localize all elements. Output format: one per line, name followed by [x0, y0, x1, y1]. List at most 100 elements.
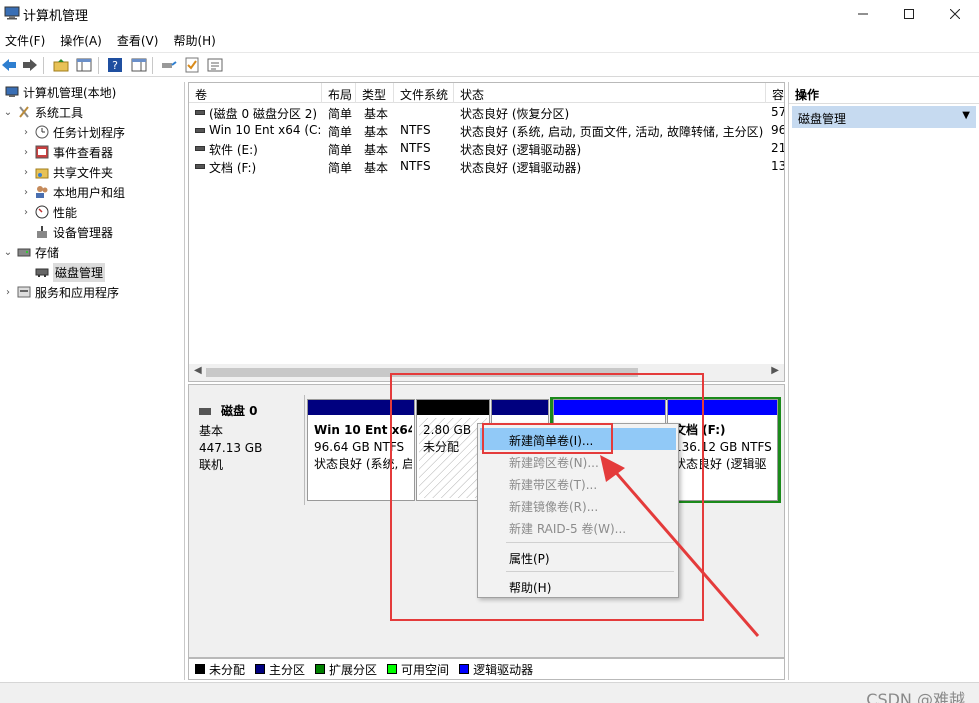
disk-info[interactable]: 磁盘 0 基本 447.13 GB 联机 [189, 395, 305, 505]
clock-icon [34, 124, 50, 140]
chevron-down-icon[interactable]: ⌄ [2, 107, 14, 118]
disk-icon [199, 408, 211, 415]
legend-item: 逻辑驱动器 [459, 661, 533, 678]
connect-button[interactable] [160, 56, 178, 74]
tree-label: 计算机管理(本地) [23, 85, 117, 100]
column-header[interactable]: 容 [766, 83, 784, 103]
chevron-right-icon[interactable]: › [2, 287, 14, 298]
table-cell: 软件 (E:) [209, 143, 258, 157]
console-tree: 计算机管理(本地) ⌄ 系统工具 › 任务计划程序 › 事件查看器 › 共享文件… [0, 82, 185, 680]
legend: 未分配 主分区 扩展分区 可用空间 逻辑驱动器 [188, 658, 785, 680]
maximize-icon [904, 9, 914, 19]
tools-icon [16, 104, 32, 120]
tree-storage[interactable]: ⌄ 存储 [2, 242, 59, 262]
column-header[interactable]: 文件系统 [394, 83, 454, 103]
table-cell: Win 10 Ent x64 (C:) [209, 123, 321, 137]
menu-new-raid5-volume[interactable]: 新建 RAID-5 卷(W)... [480, 516, 676, 538]
menu-file[interactable]: 文件(F) [0, 29, 50, 51]
tree-services[interactable]: › 服务和应用程序 [2, 282, 119, 302]
forward-arrow-icon [23, 59, 37, 71]
status-bar: CSDN @难越 [0, 682, 979, 703]
tree-task-scheduler[interactable]: › 任务计划程序 [20, 122, 125, 142]
properties-button[interactable] [206, 56, 224, 74]
partition-f[interactable]: 文档 (F:) 136.12 GB NTFS 状态良好 (逻辑驱 [667, 399, 778, 501]
show-action-pane-button[interactable] [130, 56, 148, 74]
menu-new-simple-volume[interactable]: 新建简单卷(I)... [480, 428, 676, 450]
menu-new-mirrored-volume[interactable]: 新建镜像卷(R)... [480, 494, 676, 516]
dropdown-arrow-icon[interactable]: ▼ [962, 110, 970, 121]
legend-swatch [459, 664, 470, 674]
legend-swatch [255, 664, 266, 674]
actions-disk-management[interactable]: 磁盘管理 ▼ [792, 106, 976, 128]
window-title: 计算机管理 [23, 9, 89, 24]
tree-root[interactable]: 计算机管理(本地) [2, 82, 116, 102]
help-button[interactable]: ? [106, 56, 124, 74]
tree-disk-management[interactable]: 磁盘管理 [32, 262, 106, 282]
table-row[interactable]: (磁盘 0 磁盘分区 2) 简单 基本 状态良好 (恢复分区) 57 [189, 104, 784, 122]
table-row[interactable]: 文档 (F:) 简单 基本 NTFS 状态良好 (逻辑驱动器) 13 [189, 158, 784, 176]
table-row[interactable]: 软件 (E:) 简单 基本 NTFS 状态良好 (逻辑驱动器) 21 [189, 140, 784, 158]
table-row[interactable]: Win 10 Ent x64 (C:) 简单 基本 NTFS 状态良好 (系统,… [189, 122, 784, 140]
chevron-right-icon[interactable]: › [20, 187, 32, 198]
column-header[interactable]: 类型 [356, 83, 394, 103]
shared-folder-icon [34, 164, 50, 180]
storage-icon [16, 244, 32, 260]
column-header[interactable]: 卷 [189, 83, 322, 103]
chevron-right-icon[interactable]: › [20, 167, 32, 178]
performance-icon [34, 204, 50, 220]
scroll-left-icon[interactable]: ◀ [194, 365, 202, 376]
menu-properties[interactable]: 属性(P) [480, 546, 676, 568]
menu-new-spanned-volume[interactable]: 新建跨区卷(N)... [480, 450, 676, 472]
scrollbar-thumb[interactable] [206, 368, 638, 377]
partition-c[interactable]: Win 10 Ent x64 96.64 GB NTFS 状态良好 (系统, 启 [307, 399, 415, 501]
tree-event-viewer[interactable]: › 事件查看器 [20, 142, 113, 162]
menu-action[interactable]: 操作(A) [55, 29, 107, 51]
toolbar: ? [0, 52, 979, 77]
tree-label: 存储 [35, 245, 60, 260]
show-hide-tree-button[interactable] [75, 56, 93, 74]
tree-device-manager[interactable]: 设备管理器 [32, 222, 113, 242]
action-pane-icon [131, 58, 147, 72]
tree-label: 共享文件夹 [53, 165, 114, 180]
tree-performance[interactable]: › 性能 [20, 202, 77, 222]
volume-icon [195, 128, 205, 133]
volume-list: 卷 布局 类型 文件系统 状态 容 (磁盘 0 磁盘分区 2) 简单 基本 状态… [188, 82, 785, 382]
scroll-right-icon[interactable]: ▶ [771, 365, 779, 376]
table-cell: 状态良好 (恢复分区) [460, 107, 570, 121]
chevron-right-icon[interactable]: › [20, 207, 32, 218]
column-header[interactable]: 布局 [322, 83, 356, 103]
close-button[interactable] [932, 0, 978, 28]
chevron-down-icon[interactable]: ⌄ [2, 247, 14, 258]
disk-name: 磁盘 0 [221, 404, 258, 418]
legend-label: 可用空间 [401, 662, 450, 677]
horizontal-scrollbar[interactable]: ◀ ▶ [189, 364, 784, 381]
minimize-button[interactable] [840, 0, 886, 28]
table-cell: NTFS [400, 123, 431, 137]
legend-swatch [387, 664, 398, 674]
chevron-right-icon[interactable]: › [20, 127, 32, 138]
help-icon: ? [108, 58, 122, 72]
table-cell: 简单 [328, 125, 353, 139]
menu-view[interactable]: 查看(V) [112, 29, 164, 51]
menu-help[interactable]: 帮助(H) [168, 29, 220, 51]
actions-pane: 操作 磁盘管理 ▼ [788, 82, 979, 680]
tree-local-users[interactable]: › 本地用户和组 [20, 182, 125, 202]
forward-button[interactable] [21, 56, 39, 74]
legend-item: 未分配 [195, 661, 245, 678]
tree-label: 系统工具 [35, 105, 84, 120]
computer-management-icon [4, 84, 20, 100]
tree-shared-folders[interactable]: › 共享文件夹 [20, 162, 113, 182]
chevron-right-icon[interactable]: › [20, 147, 32, 158]
up-folder-button[interactable] [52, 56, 70, 74]
menu-help[interactable]: 帮助(H) [480, 575, 676, 597]
legend-label: 主分区 [269, 662, 306, 677]
column-header[interactable]: 状态 [454, 83, 766, 103]
check-button[interactable] [183, 56, 201, 74]
menu-new-striped-volume[interactable]: 新建带区卷(T)... [480, 472, 676, 494]
back-button[interactable] [0, 56, 18, 74]
device-manager-icon [34, 224, 50, 240]
maximize-button[interactable] [886, 0, 932, 28]
back-arrow-icon [2, 59, 16, 71]
partition-bar [554, 400, 665, 415]
tree-system-tools[interactable]: ⌄ 系统工具 [2, 102, 83, 122]
